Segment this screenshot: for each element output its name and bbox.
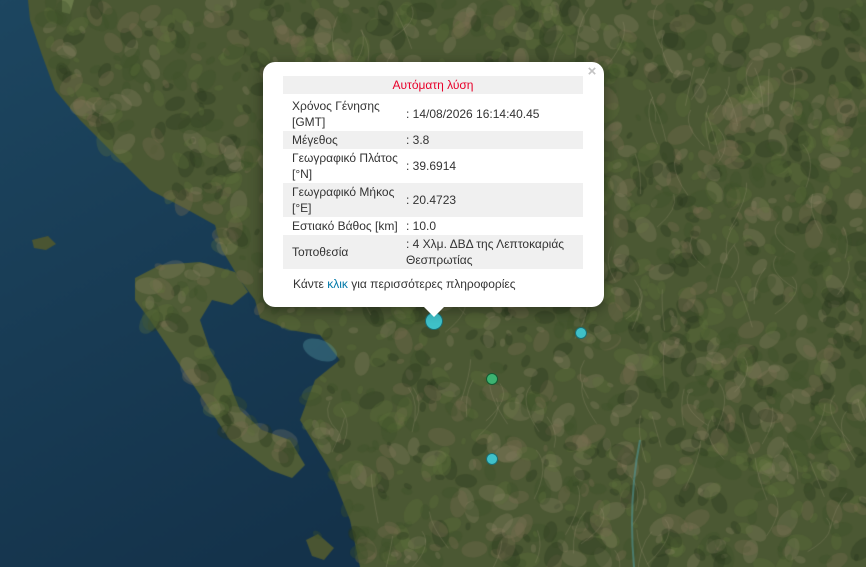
table-row-origin-time: Χρόνος Γένησης [GMT] : 14/08/2026 16:14:… (283, 97, 583, 131)
row-value: : 39.6914 (406, 159, 457, 173)
earthquake-info-table: Χρόνος Γένησης [GMT] : 14/08/2026 16:14:… (283, 97, 583, 269)
earthquake-info-popup: × Αυτόματη λύση Χρόνος Γένησης [GMT] : 1… (263, 62, 604, 317)
row-label: Γεωγραφικό Μήκος [°E] (283, 183, 404, 217)
earthquake-marker[interactable] (486, 453, 498, 465)
table-row-latitude: Γεωγραφικό Πλάτος [°N] : 39.6914 (283, 149, 583, 183)
earthquake-marker[interactable] (486, 373, 498, 385)
row-label: Γεωγραφικό Πλάτος [°N] (292, 151, 398, 181)
table-row-magnitude: Μέγεθος : 3.8 (283, 131, 583, 149)
row-value: : 3.8 (404, 131, 583, 149)
close-icon[interactable]: × (585, 64, 599, 80)
popup-tip (424, 307, 444, 317)
more-info-prefix: Κάντε (293, 277, 328, 291)
more-info-suffix: για περισσότερες πληροφορίες (347, 277, 516, 291)
table-row-location: Τοποθεσία : 4 Χλμ. ΔΒΔ της Λεπτοκαριάς Θ… (283, 235, 583, 269)
more-info-link[interactable]: κλικ (327, 277, 348, 291)
row-value: : 14/08/2026 16:14:40.45 (406, 107, 540, 121)
table-row-depth: Εστιακό Βάθος [km] : 10.0 (283, 217, 583, 235)
earthquake-marker[interactable] (575, 327, 587, 339)
table-row-longitude: Γεωγραφικό Μήκος [°E] : 20.4723 (283, 183, 583, 217)
row-label: Εστιακό Βάθος [km] (292, 219, 398, 233)
more-info-text: Κάντε κλικ για περισσότερες πληροφορίες (293, 277, 516, 291)
row-value: : 4 Χλμ. ΔΒΔ της Λεπτοκαριάς Θεσπρωτίας (404, 235, 583, 269)
row-label: Χρόνος Γένησης [GMT] (292, 99, 380, 129)
row-label: Μέγεθος (283, 131, 404, 149)
row-label: Τοποθεσία (283, 235, 404, 269)
popup-title: Αυτόματη λύση (283, 76, 583, 94)
row-value: : 20.4723 (404, 183, 583, 217)
row-value: : 10.0 (406, 219, 437, 233)
